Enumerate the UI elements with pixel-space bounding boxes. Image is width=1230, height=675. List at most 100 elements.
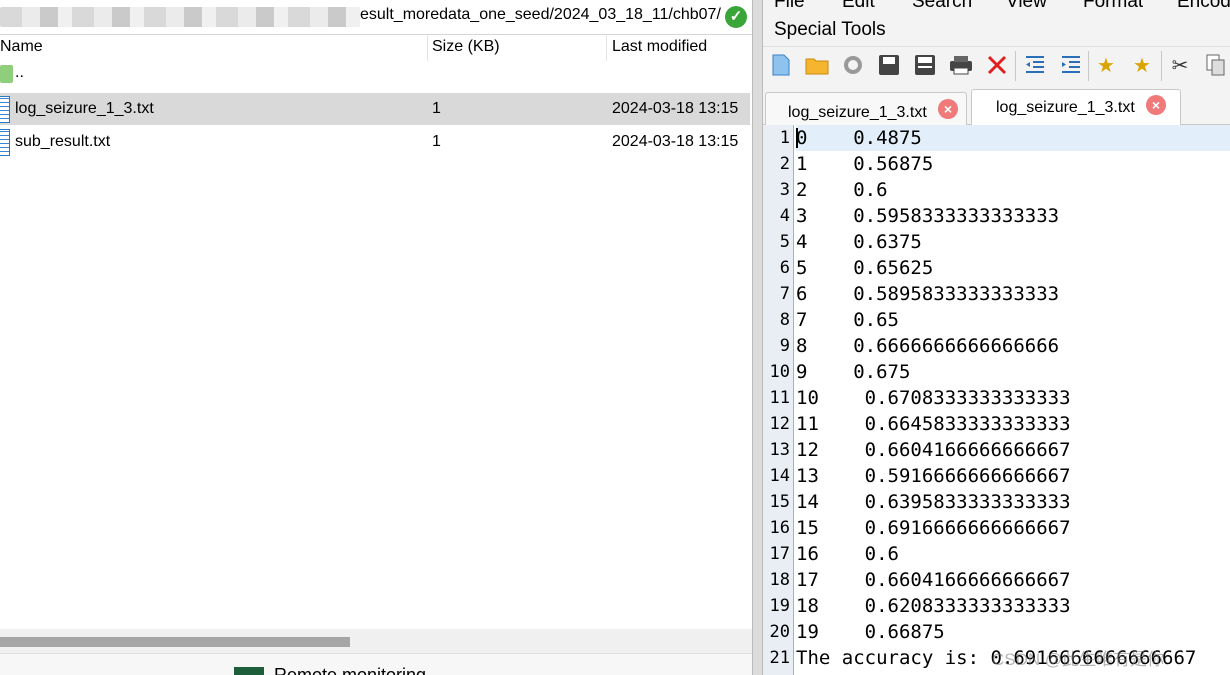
line-number: 2 <box>779 154 790 174</box>
line-number: 12 <box>769 414 790 434</box>
status-text: Remote monitoring <box>274 665 427 675</box>
path-redacted <box>0 7 360 27</box>
line-number: 20 <box>769 622 790 642</box>
parent-folder-label: .. <box>15 64 24 81</box>
text-caret <box>796 128 798 148</box>
menu-search[interactable]: Search <box>912 0 972 13</box>
code-line[interactable]: 9 0.675 <box>796 359 1230 385</box>
code-line[interactable]: 4 0.6375 <box>796 229 1230 255</box>
text-editor-pane: File Edit Search View Format Encoding Sp… <box>763 0 1230 675</box>
line-number: 18 <box>769 570 790 590</box>
outdent-icon[interactable] <box>1023 53 1047 77</box>
toolbar-separator <box>1088 51 1089 81</box>
tab-log-seizure-active[interactable]: log_seizure_1_3.txt × <box>971 89 1181 125</box>
toolbar: ★ ★ ✂ <box>763 46 1230 83</box>
tab-label: log_seizure_1_3.txt <box>996 99 1135 116</box>
line-number: 11 <box>769 388 790 408</box>
save-all-icon[interactable] <box>913 53 937 77</box>
line-number: 7 <box>779 284 790 304</box>
scrollbar-thumb[interactable] <box>0 637 350 647</box>
code-line[interactable]: 14 0.6395833333333333 <box>796 489 1230 515</box>
bookmark-next-icon[interactable]: ★ <box>1130 53 1154 77</box>
tab-log-seizure-inactive[interactable]: log_seizure_1_3.txt × <box>765 92 967 125</box>
code-line[interactable]: 2 0.6 <box>796 177 1230 203</box>
toolbar-separator <box>1015 51 1016 81</box>
code-line[interactable]: 5 0.65625 <box>796 255 1230 281</box>
line-number: 9 <box>779 336 790 356</box>
menu-file[interactable]: File <box>774 0 805 13</box>
cut-icon[interactable]: ✂ <box>1168 53 1192 77</box>
folder-icon <box>0 65 13 83</box>
indent-icon[interactable] <box>1059 53 1083 77</box>
pane-splitter[interactable] <box>752 0 763 675</box>
column-header-name[interactable]: Name <box>0 35 43 61</box>
text-file-icon <box>0 129 10 156</box>
text-area[interactable]: 1 2 3 4 5 6 7 8 9 10 11 12 13 14 15 16 17 18 19 20 21 0 0.48… <box>763 125 1230 675</box>
save-icon[interactable] <box>877 53 901 77</box>
line-number: 5 <box>779 232 790 252</box>
code-line[interactable]: 3 0.5958333333333333 <box>796 203 1230 229</box>
line-number: 6 <box>779 258 790 278</box>
tab-label: log_seizure_1_3.txt <box>788 104 927 121</box>
code-line[interactable]: 13 0.5916666666666667 <box>796 463 1230 489</box>
line-number: 15 <box>769 492 790 512</box>
menu-edit[interactable]: Edit <box>842 0 875 13</box>
bookmark-icon[interactable]: ★ <box>1094 53 1118 77</box>
code-line[interactable]: 12 0.6604166666666667 <box>796 437 1230 463</box>
line-number: 14 <box>769 466 790 486</box>
line-number: 4 <box>779 206 790 226</box>
code-line[interactable]: 19 0.66875 <box>796 619 1230 645</box>
code-line[interactable]: 8 0.6666666666666666 <box>796 333 1230 359</box>
toolbar-separator <box>1161 51 1162 81</box>
path-bar: esult_moredata_one_seed/2024_03_18_11/ch… <box>0 0 752 35</box>
reload-icon[interactable] <box>841 53 865 77</box>
file-size: 1 <box>432 100 441 117</box>
code-line[interactable]: 18 0.6208333333333333 <box>796 593 1230 619</box>
open-folder-icon[interactable] <box>805 53 829 77</box>
checkmark-icon: ✓ <box>725 6 747 28</box>
code-line[interactable]: 7 0.65 <box>796 307 1230 333</box>
code-line[interactable]: 0 0.4875 <box>796 125 1230 151</box>
status-bar: Remote monitoring <box>0 653 752 675</box>
new-file-icon[interactable] <box>769 53 793 77</box>
line-number: 21 <box>769 648 790 668</box>
code-line[interactable]: 15 0.6916666666666667 <box>796 515 1230 541</box>
table-row[interactable]: log_seizure_1_3.txt 1 2024-03-18 13:15 <box>0 93 750 125</box>
code-line[interactable]: 17 0.6604166666666667 <box>796 567 1230 593</box>
line-number: 17 <box>769 544 790 564</box>
line-number: 1 <box>779 128 790 148</box>
code-line[interactable]: 11 0.6645833333333333 <box>796 411 1230 437</box>
tab-close-icon[interactable]: × <box>938 99 958 119</box>
column-header-modified[interactable]: Last modified <box>606 35 707 61</box>
text-file-icon <box>0 96 10 123</box>
monitor-icon <box>234 667 264 675</box>
print-icon[interactable] <box>949 53 973 77</box>
menu-special-tools[interactable]: Special Tools <box>774 19 886 41</box>
file-browser-pane: esult_moredata_one_seed/2024_03_18_11/ch… <box>0 0 752 675</box>
menu-bar: File Edit Search View Format Encoding Sp… <box>763 0 1230 46</box>
code-line[interactable]: 6 0.5895833333333333 <box>796 281 1230 307</box>
line-number: 16 <box>769 518 790 538</box>
file-modified: 2024-03-18 13:15 <box>612 100 739 117</box>
menu-encoding[interactable]: Encoding <box>1177 0 1230 13</box>
tab-close-icon[interactable]: × <box>1146 95 1166 115</box>
path-text[interactable]: esult_moredata_one_seed/2024_03_18_11/ch… <box>360 6 721 24</box>
watermark: CSDN @此生唯有是你 <box>992 650 1165 669</box>
horizontal-scrollbar[interactable] <box>0 629 752 653</box>
table-row[interactable]: sub_result.txt 1 2024-03-18 13:15 <box>0 126 750 158</box>
file-name: sub_result.txt <box>15 133 111 150</box>
close-icon[interactable] <box>985 53 1009 77</box>
line-number: 19 <box>769 596 790 616</box>
code-line[interactable]: 16 0.6 <box>796 541 1230 567</box>
list-item-parent-folder[interactable]: .. <box>0 62 750 94</box>
menu-format[interactable]: Format <box>1083 0 1143 13</box>
copy-icon[interactable] <box>1204 53 1228 77</box>
line-number: 8 <box>779 310 790 330</box>
tab-bar: log_seizure_1_3.txt × log_seizure_1_3.tx… <box>763 82 1230 125</box>
line-number-gutter: 1 2 3 4 5 6 7 8 9 10 11 12 13 14 15 16 17 18 19 20 21 <box>763 125 794 675</box>
code-line[interactable]: 10 0.6708333333333333 <box>796 385 1230 411</box>
menu-view[interactable]: View <box>1006 0 1047 13</box>
code-line[interactable]: 1 0.56875 <box>796 151 1230 177</box>
file-size: 1 <box>432 133 441 150</box>
column-header-size[interactable]: Size (KB) <box>427 35 500 61</box>
